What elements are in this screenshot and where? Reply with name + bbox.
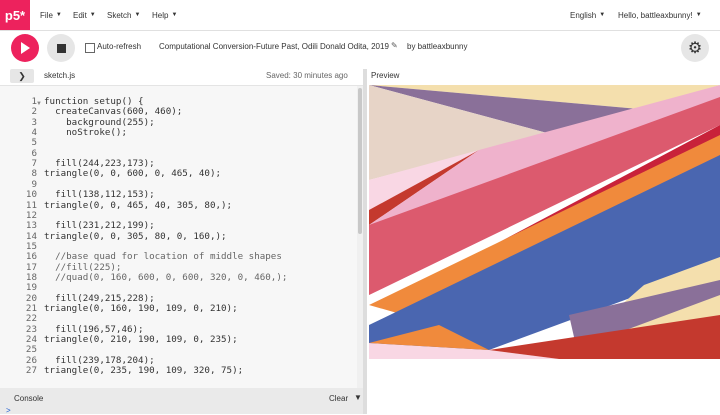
menu-edit[interactable]: Edit ▼ bbox=[73, 0, 96, 30]
console-clear-button[interactable]: Clear bbox=[329, 394, 348, 403]
code-text: triangle(0, 235, 190, 109, 320, 75); bbox=[44, 365, 244, 377]
chevron-down-icon: ▼ bbox=[171, 12, 178, 18]
menu-edit-label: Edit bbox=[73, 10, 87, 20]
code-text: triangle(0, 0, 465, 40, 305, 80,); bbox=[44, 199, 233, 211]
line-number: 10 bbox=[25, 189, 37, 201]
auto-refresh-checkbox[interactable] bbox=[85, 43, 95, 53]
chevron-down-icon: ▼ bbox=[695, 12, 702, 18]
editor-scrollbar-thumb[interactable] bbox=[358, 88, 362, 234]
p5-logo[interactable]: p5* bbox=[0, 0, 30, 30]
chevron-right-icon: ❯ bbox=[18, 70, 26, 81]
line-number: 13 bbox=[25, 220, 37, 232]
sketch-title[interactable]: Computational Conversion-Future Past, Od… bbox=[159, 42, 389, 51]
menu-sketch[interactable]: Sketch ▼ bbox=[107, 0, 140, 30]
menu-file[interactable]: File ▼ bbox=[40, 0, 62, 30]
code-text: triangle(0, 0, 600, 0, 465, 40); bbox=[44, 168, 222, 180]
menu-sketch-label: Sketch bbox=[107, 10, 132, 20]
code-text: //quad(0, 160, 600, 0, 600, 320, 0, 460,… bbox=[44, 271, 288, 283]
pencil-icon[interactable]: ✎ bbox=[391, 41, 398, 50]
code-text: noStroke(); bbox=[44, 127, 127, 139]
fold-arrow-icon[interactable]: ▼ bbox=[36, 101, 42, 107]
sidebar-toggle-button[interactable]: ❯ bbox=[10, 69, 34, 83]
console-panel bbox=[0, 388, 363, 414]
chevron-down-icon: ▼ bbox=[55, 12, 62, 18]
chevron-down-icon[interactable]: ▼ bbox=[354, 393, 362, 402]
code-text: fill(231,212,199); bbox=[44, 220, 155, 232]
play-icon bbox=[21, 42, 30, 54]
user-label: Hello, battleaxbunny! bbox=[618, 10, 693, 20]
auto-refresh-label: Auto-refresh bbox=[97, 42, 142, 51]
code-text: triangle(0, 210, 190, 109, 0, 235); bbox=[44, 334, 238, 346]
console-label: Console bbox=[14, 394, 44, 403]
user-menu[interactable]: Hello, battleaxbunny! ▼ bbox=[618, 0, 702, 30]
pane-divider[interactable] bbox=[363, 69, 367, 414]
file-name: sketch.js bbox=[44, 71, 76, 80]
menu-help[interactable]: Help ▼ bbox=[152, 0, 177, 30]
menu-help-label: Help bbox=[152, 10, 169, 20]
language-label: English bbox=[570, 10, 597, 20]
line-number: 27 bbox=[25, 365, 37, 377]
play-button[interactable] bbox=[11, 34, 39, 62]
code-text: triangle(0, 0, 305, 80, 0, 160,); bbox=[44, 230, 227, 242]
save-status: Saved: 30 minutes ago bbox=[266, 71, 348, 80]
chevron-down-icon: ▼ bbox=[599, 12, 606, 18]
chevron-down-icon: ▼ bbox=[89, 12, 96, 18]
sketch-owner: by battleaxbunny bbox=[407, 42, 468, 51]
menu-file-label: File bbox=[40, 10, 53, 20]
preview-label: Preview bbox=[371, 71, 400, 80]
settings-button[interactable]: ⚙ bbox=[681, 34, 709, 62]
preview-empty-area bbox=[369, 359, 720, 414]
code-editor[interactable]: 1 function setup() {2 createCanvas(600, 4… bbox=[0, 86, 363, 388]
preview-canvas[interactable] bbox=[369, 85, 720, 359]
chevron-down-icon: ▼ bbox=[134, 12, 141, 18]
language-menu[interactable]: English ▼ bbox=[570, 0, 605, 30]
gear-icon: ⚙ bbox=[687, 40, 703, 57]
stop-icon bbox=[56, 43, 66, 53]
stop-button[interactable] bbox=[47, 34, 75, 62]
code-text: fill(138,112,153); bbox=[44, 189, 155, 201]
code-text: triangle(0, 160, 190, 109, 0, 210); bbox=[44, 303, 238, 314]
